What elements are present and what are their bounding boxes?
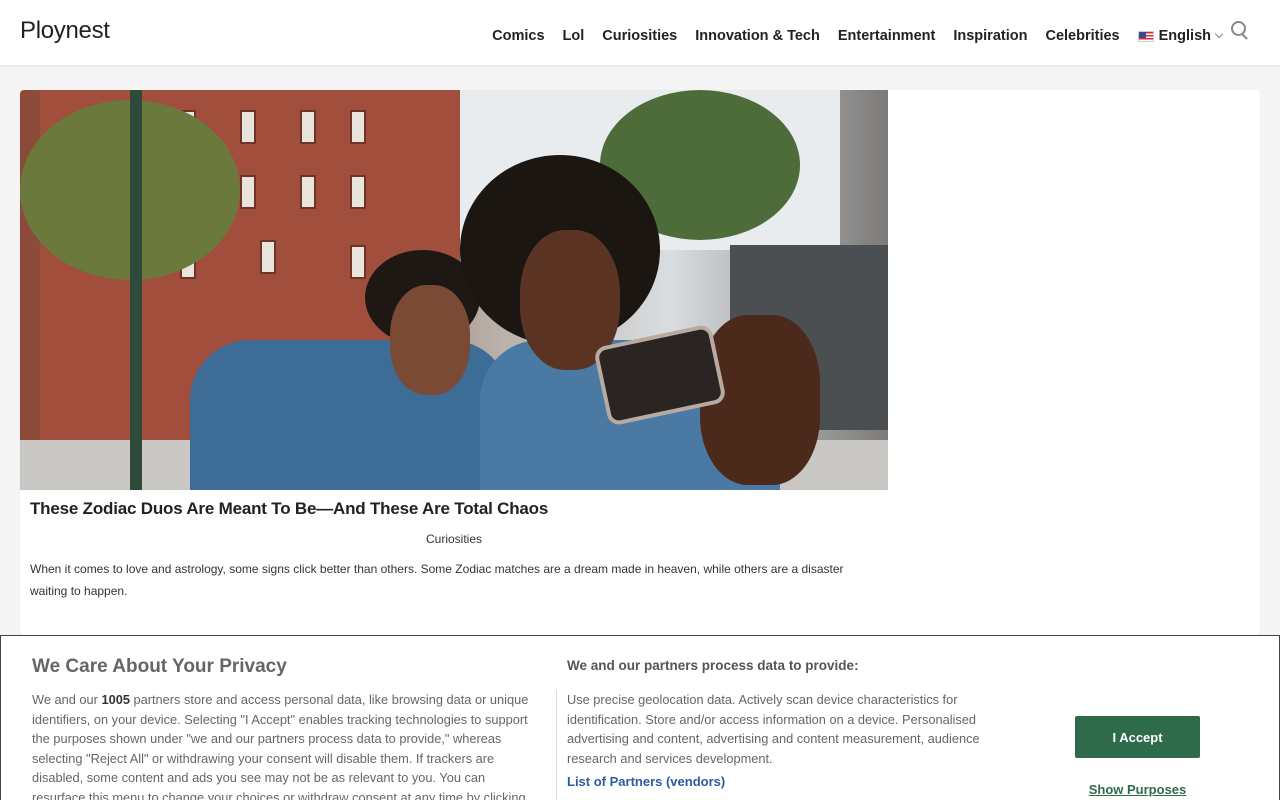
partners-list-link[interactable]: List of Partners (vendors) [567,774,725,789]
hero-window [300,110,316,144]
hero-window [350,245,366,279]
consent-heading: We Care About Your Privacy [32,656,287,677]
article-excerpt: When it comes to love and astrology, som… [30,562,844,598]
language-selector[interactable]: English [1137,28,1224,44]
hero-window [300,175,316,209]
consent-text-prefix: We and our [32,692,102,707]
hero-pole [130,90,142,490]
consent-banner: We Care About Your Privacy We and our 10… [0,635,1280,800]
nav-item-inspiration[interactable]: Inspiration [953,28,1027,44]
article-card[interactable]: These Zodiac Duos Are Meant To Be—And Th… [20,90,1260,635]
site-logo[interactable]: Ploynest [20,17,110,45]
article-category[interactable]: Curiosities [20,532,888,546]
nav-item-curiosities[interactable]: Curiosities [602,28,677,44]
nav-item-comics[interactable]: Comics [492,28,544,44]
consent-text-suffix: partners store and access personal data,… [32,692,529,800]
purposes-heading: We and our partners process data to prov… [567,658,859,673]
consent-divider [556,690,557,800]
search-icon[interactable] [1230,20,1252,42]
hero-window [260,240,276,274]
main-nav: Comics Lol Curiosities Innovation & Tech… [492,21,1280,44]
nav-item-lol[interactable]: Lol [563,28,585,44]
language-label: English [1158,28,1211,44]
site-header: Ploynest Comics Lol Curiosities Innovati… [0,0,1280,65]
consent-description: We and our 1005 partners store and acces… [32,690,542,800]
chevron-down-icon [1214,29,1224,39]
nav-item-entertainment[interactable]: Entertainment [838,28,936,44]
hero-window [240,110,256,144]
accept-button[interactable]: I Accept [1075,716,1200,758]
purposes-description: Use precise geolocation data. Actively s… [567,692,980,766]
hero-window [240,175,256,209]
nav-item-innovation-tech[interactable]: Innovation & Tech [695,28,820,44]
hero-window [350,175,366,209]
hero-window [350,110,366,144]
nav-item-celebrities[interactable]: Celebrities [1045,28,1119,44]
show-purposes-link[interactable]: Show Purposes [1075,782,1200,797]
partner-count: 1005 [101,692,130,707]
article-hero-image[interactable] [20,90,888,490]
hero-face-left [390,285,470,395]
us-flag-icon [1137,30,1154,42]
article-title[interactable]: These Zodiac Duos Are Meant To Be—And Th… [30,499,548,519]
